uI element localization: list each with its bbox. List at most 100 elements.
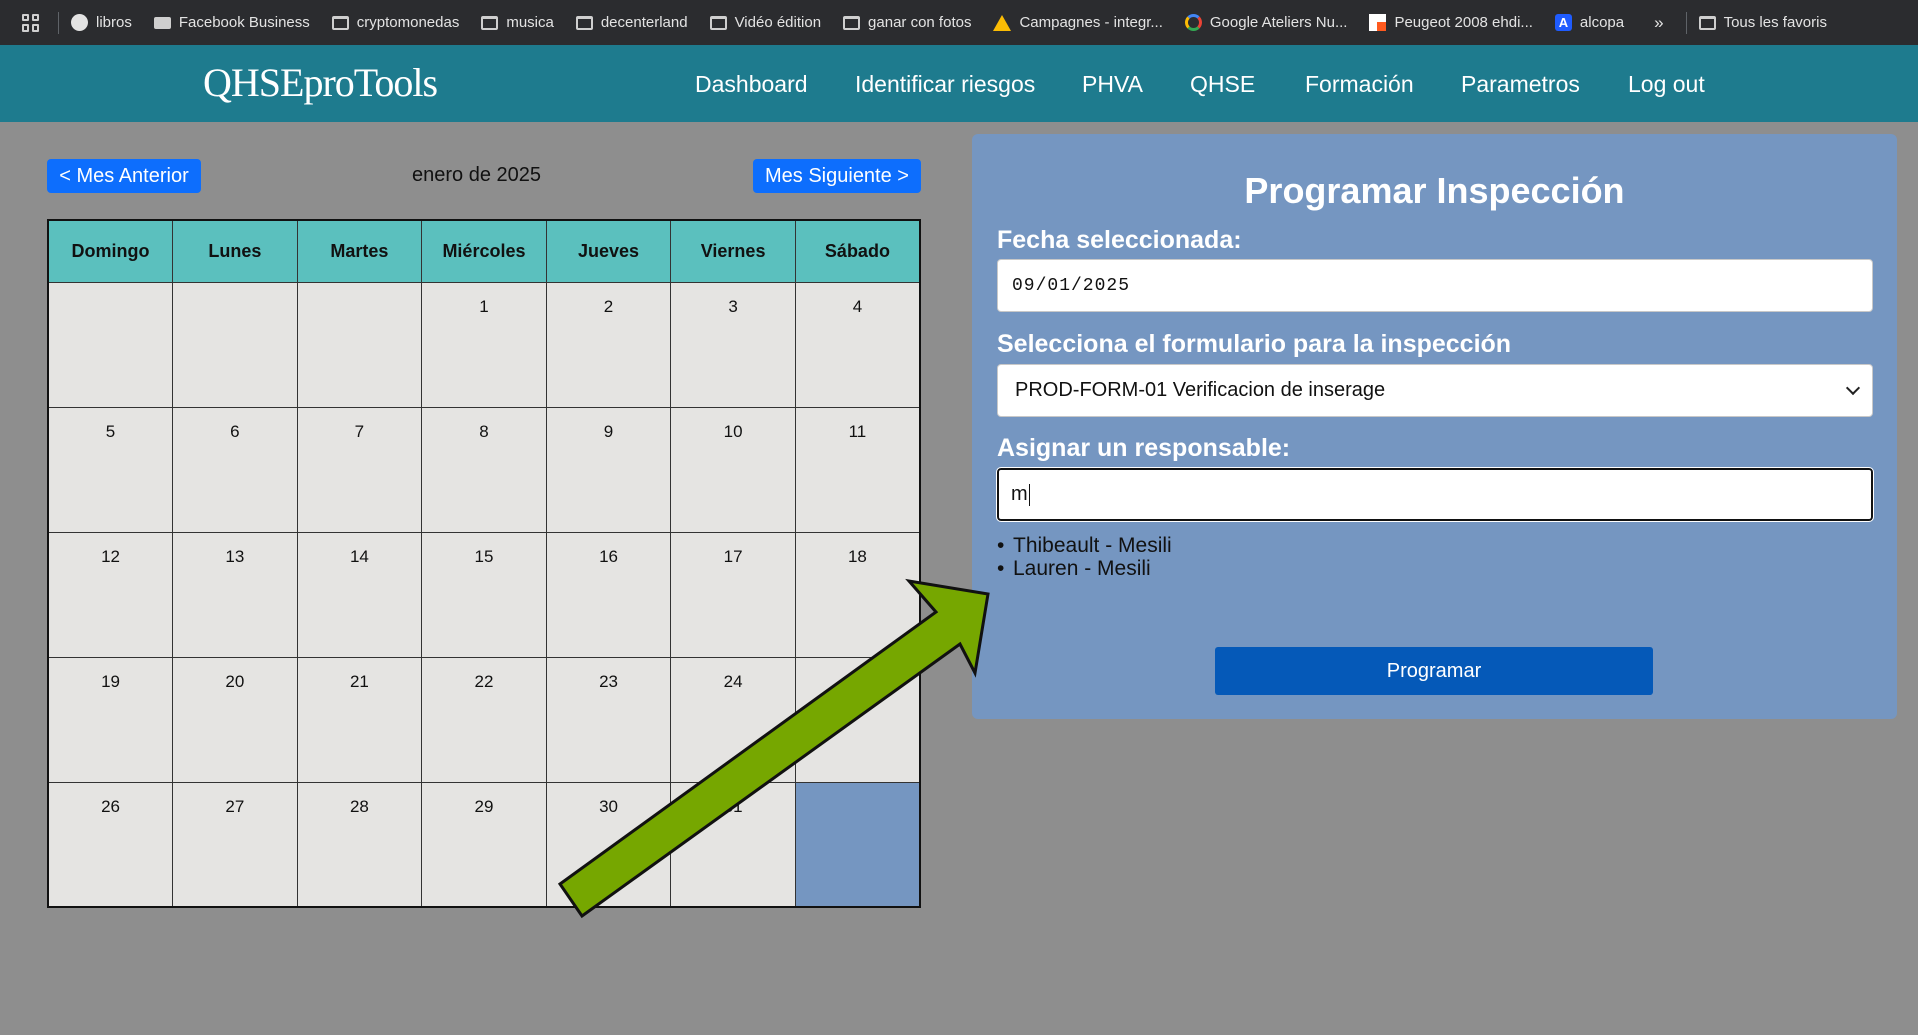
nav-log-out[interactable]: Log out [1628,71,1705,98]
app-header: QHSEproTools Dashboard Identificar riesg… [0,45,1918,122]
bookmark-item[interactable]: decenterland [575,14,688,31]
suggestion-item[interactable]: Lauren - Mesili [997,557,1172,580]
date-field[interactable]: 09/01/2025 [997,259,1873,312]
calendar-day-cell[interactable]: 28 [296,781,423,908]
bookmark-label: Campagnes - integr... [1019,14,1163,31]
apps-grid-icon[interactable] [22,13,40,32]
bookmarks-bar: libros Facebook Business cryptomonedas musi… [0,0,1918,45]
calendar-day-cell[interactable]: 17 [670,531,796,658]
prev-month-button[interactable]: < Mes Anterior [47,159,201,193]
calendar-day-cell[interactable]: 20 [172,656,298,783]
responsible-input-value: m [1011,483,1028,505]
calendar-empty-cell [47,281,174,408]
more-bookmarks-icon[interactable]: » [1654,13,1663,33]
calendar-day-cell[interactable]: 27 [172,781,298,908]
date-value: 09/01/2025 [1012,275,1131,296]
calendar-week-row: 5 6 7 8 9 10 11 [47,406,921,533]
folder-icon [575,15,593,30]
folder-icon [709,15,727,30]
bookmark-label: Facebook Business [178,14,310,31]
calendar-day-cell[interactable]: 14 [296,531,423,658]
bookmark-item[interactable]: Facebook Business [153,14,310,31]
calendar-day-cell[interactable]: 22 [421,656,547,783]
calendar-day-cell[interactable]: 21 [296,656,423,783]
bookmark-item[interactable]: Peugeot 2008 ehdi... [1369,14,1533,31]
calendar-week-row: 19 20 21 22 23 24 25 [47,656,921,783]
nav-formacion[interactable]: Formación [1305,71,1414,98]
calendar-day-cell[interactable]: 16 [545,531,672,658]
weekday-header: Viernes [670,219,796,283]
calendar-empty-cell [794,781,921,908]
calendar-week-row: 26 27 28 29 30 31 [47,781,921,908]
calendar-day-cell[interactable]: 11 [794,406,921,533]
bookmark-item[interactable]: cryptomonedas [331,14,459,31]
calendar-day-cell[interactable]: 4 [794,281,921,408]
calendar-day-cell[interactable]: 25 [794,656,921,783]
nav-qhse[interactable]: QHSE [1190,71,1255,98]
google-ads-icon [993,14,1012,31]
all-favorites-link[interactable]: Tous les favoris [1698,14,1827,31]
folder-icon [331,15,349,30]
calendar-day-cell[interactable]: 18 [794,531,921,658]
bookmark-item[interactable]: libros [71,14,132,31]
bookmark-label: Vidéo édition [734,14,822,31]
bookmark-label: ganar con fotos [868,14,972,31]
calendar-day-cell[interactable]: 29 [421,781,547,908]
weekday-header: Domingo [47,219,174,283]
bookmark-label: decenterland [600,14,688,31]
calendar-day-cell[interactable]: 10 [670,406,796,533]
form-select[interactable]: PROD-FORM-01 Verificacion de inserage [997,364,1873,417]
calendar-day-cell[interactable]: 15 [421,531,547,658]
next-month-button[interactable]: Mes Siguiente > [753,159,921,193]
globe-icon [71,14,88,31]
calendar-grid: Domingo Lunes Martes Miércoles Jueves Viernes… [47,219,921,908]
bookmark-label: Google Ateliers Nu... [1209,14,1348,31]
folder-icon [481,15,499,30]
calendar-day-cell[interactable]: 24 [670,656,796,783]
calendar-day-cell[interactable]: 23 [545,656,672,783]
nav-phva[interactable]: PHVA [1082,71,1143,98]
calendar-day-cell[interactable]: 3 [670,281,796,408]
bookmark-item[interactable]: Campagnes - integr... [993,14,1163,31]
suggestion-item[interactable]: Thibeault - Mesili [997,534,1172,557]
calendar-week-row: 1234 [47,281,921,408]
responsible-suggestions: Thibeault - Mesili Lauren - Mesili [997,534,1172,580]
weekday-header: Sábado [794,219,921,283]
calendar-day-cell[interactable]: 7 [296,406,423,533]
google-icon [1184,14,1202,31]
nav-identificar-riesgos[interactable]: Identificar riesgos [855,71,1035,98]
bookmark-item[interactable]: musica [481,14,554,31]
month-title: enero de 2025 [411,164,541,186]
calendar-day-cell[interactable]: 2 [545,281,672,408]
calendar-day-cell[interactable]: 1 [421,281,547,408]
bookmark-item[interactable]: Aalcopa [1554,14,1624,31]
panel-title: Programar Inspección [1244,170,1625,211]
calendar-day-cell[interactable]: 26 [47,781,174,908]
calendar-day-cell[interactable]: 31 [670,781,796,908]
calendar-day-cell[interactable]: 13 [172,531,298,658]
bookmarks-separator [58,11,59,34]
chevron-down-icon [1845,380,1861,396]
form-select-label: Selecciona el formulario para la inspecc… [997,330,1512,358]
folder-icon [1698,15,1716,30]
calendar-day-cell[interactable]: 6 [172,406,298,533]
programar-button[interactable]: Programar [1215,647,1653,695]
bookmark-item[interactable]: ganar con fotos [843,14,971,31]
nav-dashboard[interactable]: Dashboard [695,71,808,98]
brand-logo[interactable]: QHSEproTools [203,59,438,106]
calendar-day-cell[interactable]: 5 [47,406,174,533]
bookmark-item[interactable]: Google Ateliers Nu... [1184,14,1348,31]
all-favorites-label: Tous les favoris [1723,14,1827,31]
responsible-input[interactable]: m [996,467,1874,522]
calendar-day-cell[interactable]: 12 [47,531,174,658]
store-icon [153,16,171,29]
calendar-day-cell[interactable]: 30 [545,781,672,908]
calendar-day-cell[interactable]: 19 [47,656,174,783]
bookmark-label: libros [96,14,132,31]
calendar-day-cell[interactable]: 8 [421,406,547,533]
nav-parametros[interactable]: Parametros [1461,71,1580,98]
weekday-header: Lunes [172,219,298,283]
weekday-header: Miércoles [421,219,547,283]
calendar-day-cell[interactable]: 9 [545,406,672,533]
bookmark-item[interactable]: Vidéo édition [709,14,822,31]
